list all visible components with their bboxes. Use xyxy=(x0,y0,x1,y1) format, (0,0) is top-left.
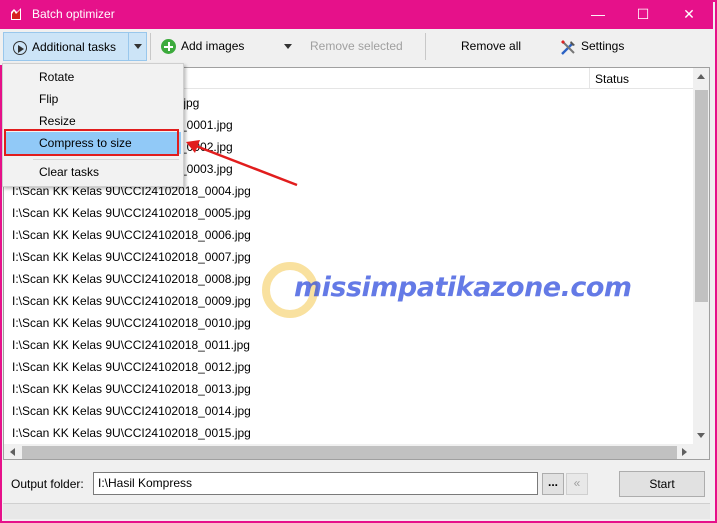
chevron-down-icon[interactable] xyxy=(284,44,292,49)
horizontal-scrollbar[interactable] xyxy=(4,444,693,459)
vertical-scroll-thumb[interactable] xyxy=(695,90,708,302)
split-divider xyxy=(128,33,129,60)
toolbar: Additional tasks Add images Remove selec… xyxy=(0,29,713,65)
list-item[interactable]: I:\Scan KK Kelas 9U\CCI24102018_0011.jpg xyxy=(12,334,250,356)
scroll-corner xyxy=(693,444,709,459)
settings-button[interactable]: Settings xyxy=(558,32,638,61)
list-item[interactable]: I:\Scan KK Kelas 9U\CCI24102018_0010.jpg xyxy=(12,312,251,334)
close-button[interactable]: ✕ xyxy=(666,0,712,29)
maximize-button[interactable]: ☐ xyxy=(620,0,666,29)
remove-selected-button[interactable]: Remove selected xyxy=(310,39,403,53)
list-item[interactable]: I:\Scan KK Kelas 9U\CCI24102018_0005.jpg xyxy=(12,202,251,224)
add-images-button[interactable]: Add images xyxy=(158,32,298,61)
list-item[interactable]: I:\Scan KK Kelas 9U\CCI24102018_0014.jpg xyxy=(12,400,251,422)
minimize-button[interactable]: — xyxy=(575,0,621,29)
file-name: _0002.jpg xyxy=(180,140,233,154)
toolbar-separator xyxy=(150,33,151,60)
tools-icon xyxy=(561,40,575,55)
additional-tasks-label: Additional tasks xyxy=(32,40,117,54)
file-name: _0001.jpg xyxy=(180,118,233,132)
list-item[interactable]: I:\Scan KK Kelas 9U\CCI24102018_0007.jpg xyxy=(12,246,251,268)
chevron-down-icon[interactable] xyxy=(134,44,142,49)
title-bar: Batch optimizer — ☐ ✕ xyxy=(0,0,713,29)
column-divider[interactable] xyxy=(589,68,590,89)
additional-tasks-menu: Rotate Flip Resize Compress to size Clea… xyxy=(2,63,184,187)
list-item[interactable]: I:\Scan KK Kelas 9U\CCI24102018_0006.jpg xyxy=(12,224,251,246)
menu-item-rotate[interactable]: Rotate xyxy=(5,66,181,88)
menu-separator xyxy=(33,159,179,160)
watermark-text: missimpatikazone.com xyxy=(294,272,632,303)
window-title: Batch optimizer xyxy=(32,7,115,21)
back-button[interactable]: « xyxy=(566,473,588,495)
additional-tasks-button[interactable]: Additional tasks xyxy=(3,32,147,61)
annotation-highlight-box xyxy=(4,129,179,156)
list-item[interactable]: I:\Scan KK Kelas 9U\CCI24102018_0012.jpg xyxy=(12,356,251,378)
menu-item-clear-tasks[interactable]: Clear tasks xyxy=(5,161,181,183)
list-item[interactable]: I:\Scan KK Kelas 9U\CCI24102018_0008.jpg xyxy=(12,268,251,290)
app-icon xyxy=(11,8,21,20)
list-item[interactable]: I:\Scan KK Kelas 9U\CCI24102018_0015.jpg xyxy=(12,422,251,444)
vertical-scrollbar[interactable] xyxy=(693,68,709,444)
browse-button[interactable]: ... xyxy=(542,473,564,495)
remove-all-button[interactable]: Remove all xyxy=(461,39,521,53)
scroll-left-icon[interactable] xyxy=(10,448,15,456)
status-bar xyxy=(3,503,710,519)
list-item[interactable]: I:\Scan KK Kelas 9U\CCI24102018_0009.jpg xyxy=(12,290,251,312)
toolbar-separator xyxy=(425,33,426,60)
file-name: _0003.jpg xyxy=(180,162,233,176)
add-images-label: Add images xyxy=(181,39,245,53)
watermark: missimpatikazone.com xyxy=(262,262,632,322)
horizontal-scroll-thumb[interactable] xyxy=(22,446,677,459)
output-folder-label: Output folder: xyxy=(11,477,84,491)
start-button[interactable]: Start xyxy=(619,471,705,497)
scroll-right-icon[interactable] xyxy=(682,448,687,456)
play-icon xyxy=(13,41,27,55)
scroll-down-icon[interactable] xyxy=(697,433,705,438)
scroll-up-icon[interactable] xyxy=(697,74,705,79)
status-column-header[interactable]: Status xyxy=(595,72,629,86)
add-icon xyxy=(161,39,176,54)
output-folder-input[interactable]: I:\Hasil Kompress xyxy=(93,472,538,495)
list-item[interactable]: I:\Scan KK Kelas 9U\CCI24102018_0013.jpg xyxy=(12,378,251,400)
settings-label: Settings xyxy=(581,39,625,53)
menu-item-flip[interactable]: Flip xyxy=(5,88,181,110)
